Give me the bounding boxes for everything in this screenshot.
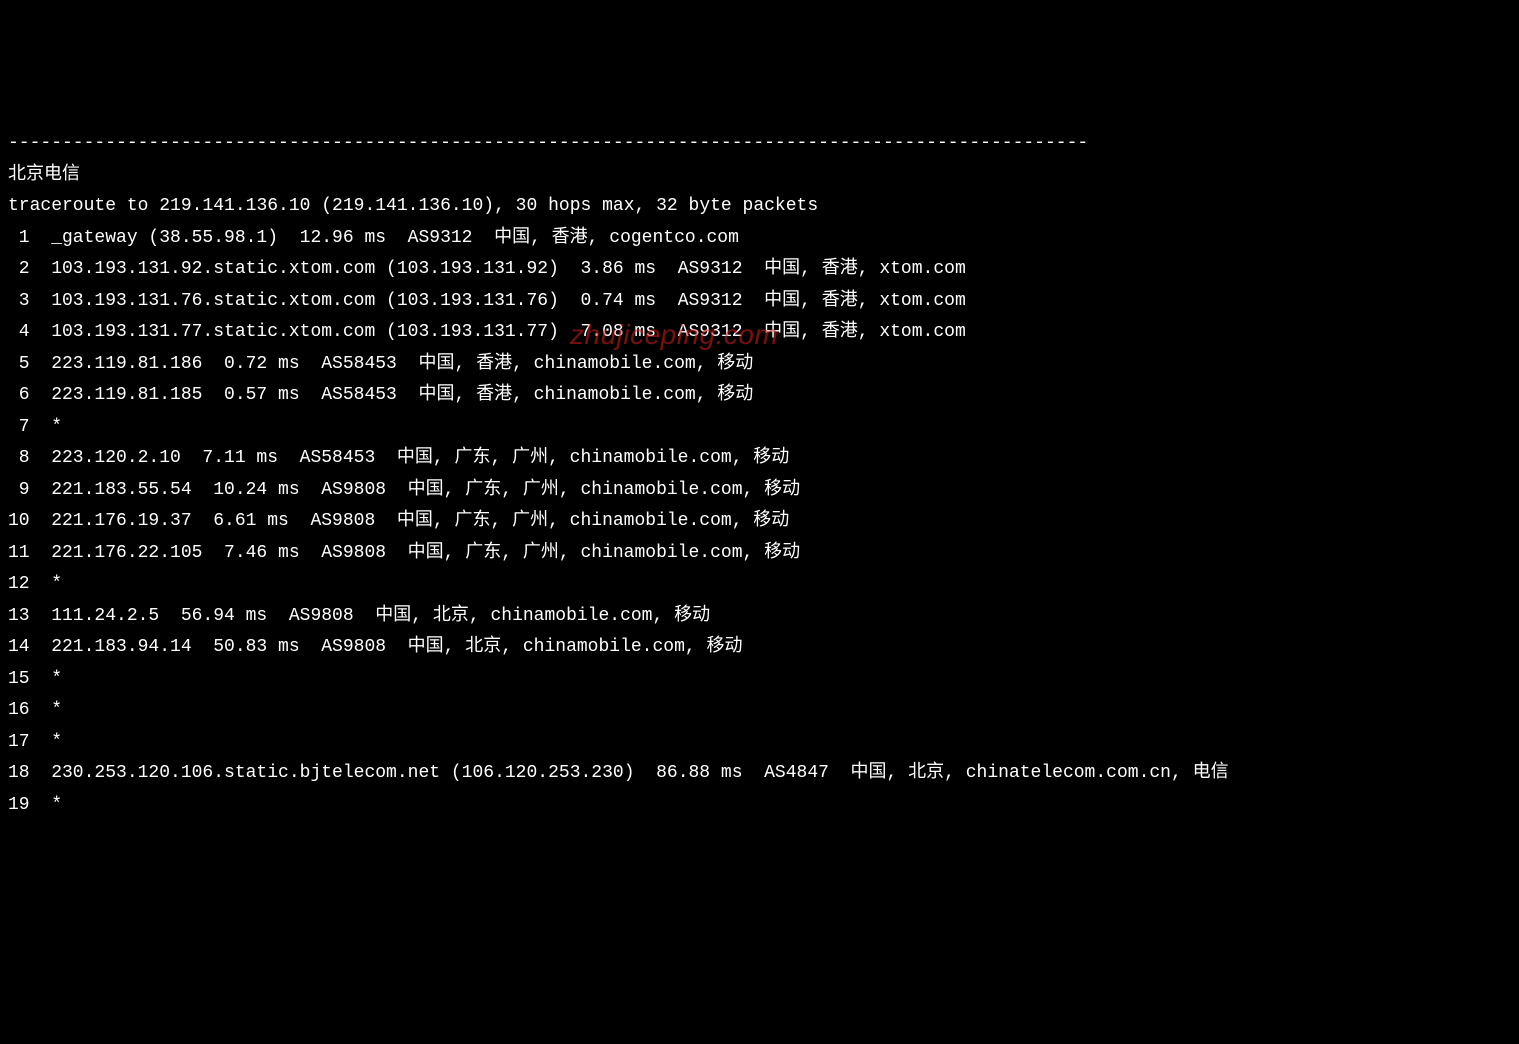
hop-row: 1 _gateway (38.55.98.1) 12.96 ms AS9312 … — [8, 228, 739, 248]
hop-number: 7 — [8, 412, 30, 444]
hop-number: 1 — [8, 223, 30, 255]
hop-detail: 221.176.22.105 7.46 ms AS9808 中国, 广东, 广州… — [51, 543, 800, 563]
hop-number: 4 — [8, 317, 30, 349]
hop-number: 15 — [8, 664, 30, 696]
hop-row: 12 * — [8, 574, 62, 594]
hop-number: 2 — [8, 254, 30, 286]
hop-number: 9 — [8, 475, 30, 507]
hop-row: 10 221.176.19.37 6.61 ms AS9808 中国, 广东, … — [8, 511, 789, 531]
hop-number: 18 — [8, 758, 30, 790]
terminal-output: ----------------------------------------… — [0, 126, 1519, 823]
hop-detail: 111.24.2.5 56.94 ms AS9808 中国, 北京, china… — [51, 606, 710, 626]
trace-header: traceroute to 219.141.136.10 (219.141.13… — [8, 196, 818, 216]
hop-detail: * — [51, 669, 62, 689]
hop-number: 11 — [8, 538, 30, 570]
hop-row: 6 223.119.81.185 0.57 ms AS58453 中国, 香港,… — [8, 385, 753, 405]
hop-detail: 103.193.131.77.static.xtom.com (103.193.… — [51, 322, 966, 342]
hop-detail: * — [51, 574, 62, 594]
hop-row: 9 221.183.55.54 10.24 ms AS9808 中国, 广东, … — [8, 480, 800, 500]
hop-detail: 221.183.55.54 10.24 ms AS9808 中国, 广东, 广州… — [51, 480, 800, 500]
hop-detail: * — [51, 732, 62, 752]
hop-number: 6 — [8, 380, 30, 412]
trace-title: 北京电信 — [8, 165, 80, 185]
hop-row: 15 * — [8, 669, 62, 689]
hop-number: 13 — [8, 601, 30, 633]
hop-row: 4 103.193.131.77.static.xtom.com (103.19… — [8, 322, 966, 342]
hop-row: 13 111.24.2.5 56.94 ms AS9808 中国, 北京, ch… — [8, 606, 710, 626]
hop-detail: 103.193.131.76.static.xtom.com (103.193.… — [51, 291, 966, 311]
hop-row: 11 221.176.22.105 7.46 ms AS9808 中国, 广东,… — [8, 543, 800, 563]
hop-detail: 103.193.131.92.static.xtom.com (103.193.… — [51, 259, 966, 279]
hop-number: 16 — [8, 695, 30, 727]
hop-detail: 230.253.120.106.static.bjtelecom.net (10… — [51, 763, 1228, 783]
hop-detail: 223.120.2.10 7.11 ms AS58453 中国, 广东, 广州,… — [51, 448, 789, 468]
hop-row: 19 * — [8, 795, 62, 815]
hop-number: 17 — [8, 727, 30, 759]
hop-row: 5 223.119.81.186 0.72 ms AS58453 中国, 香港,… — [8, 354, 753, 374]
hop-row: 8 223.120.2.10 7.11 ms AS58453 中国, 广东, 广… — [8, 448, 789, 468]
hop-row: 7 * — [8, 417, 62, 437]
hop-detail: * — [51, 417, 62, 437]
hop-number: 3 — [8, 286, 30, 318]
hop-row: 18 230.253.120.106.static.bjtelecom.net … — [8, 763, 1229, 783]
hop-row: 16 * — [8, 700, 62, 720]
hop-row: 2 103.193.131.92.static.xtom.com (103.19… — [8, 259, 966, 279]
hop-number: 19 — [8, 790, 30, 822]
hop-number: 12 — [8, 569, 30, 601]
separator-line: ----------------------------------------… — [8, 133, 1088, 153]
hop-detail: * — [51, 795, 62, 815]
hop-detail: * — [51, 700, 62, 720]
hop-detail: 223.119.81.186 0.72 ms AS58453 中国, 香港, c… — [51, 354, 753, 374]
hop-number: 14 — [8, 632, 30, 664]
hop-number: 5 — [8, 349, 30, 381]
hop-row: 14 221.183.94.14 50.83 ms AS9808 中国, 北京,… — [8, 637, 743, 657]
hop-number: 8 — [8, 443, 30, 475]
hop-detail: 223.119.81.185 0.57 ms AS58453 中国, 香港, c… — [51, 385, 753, 405]
hop-row: 17 * — [8, 732, 62, 752]
hop-detail: 221.183.94.14 50.83 ms AS9808 中国, 北京, ch… — [51, 637, 742, 657]
hop-row: 3 103.193.131.76.static.xtom.com (103.19… — [8, 291, 966, 311]
hop-number: 10 — [8, 506, 30, 538]
hop-detail: 221.176.19.37 6.61 ms AS9808 中国, 广东, 广州,… — [51, 511, 789, 531]
hop-detail: _gateway (38.55.98.1) 12.96 ms AS9312 中国… — [51, 228, 739, 248]
